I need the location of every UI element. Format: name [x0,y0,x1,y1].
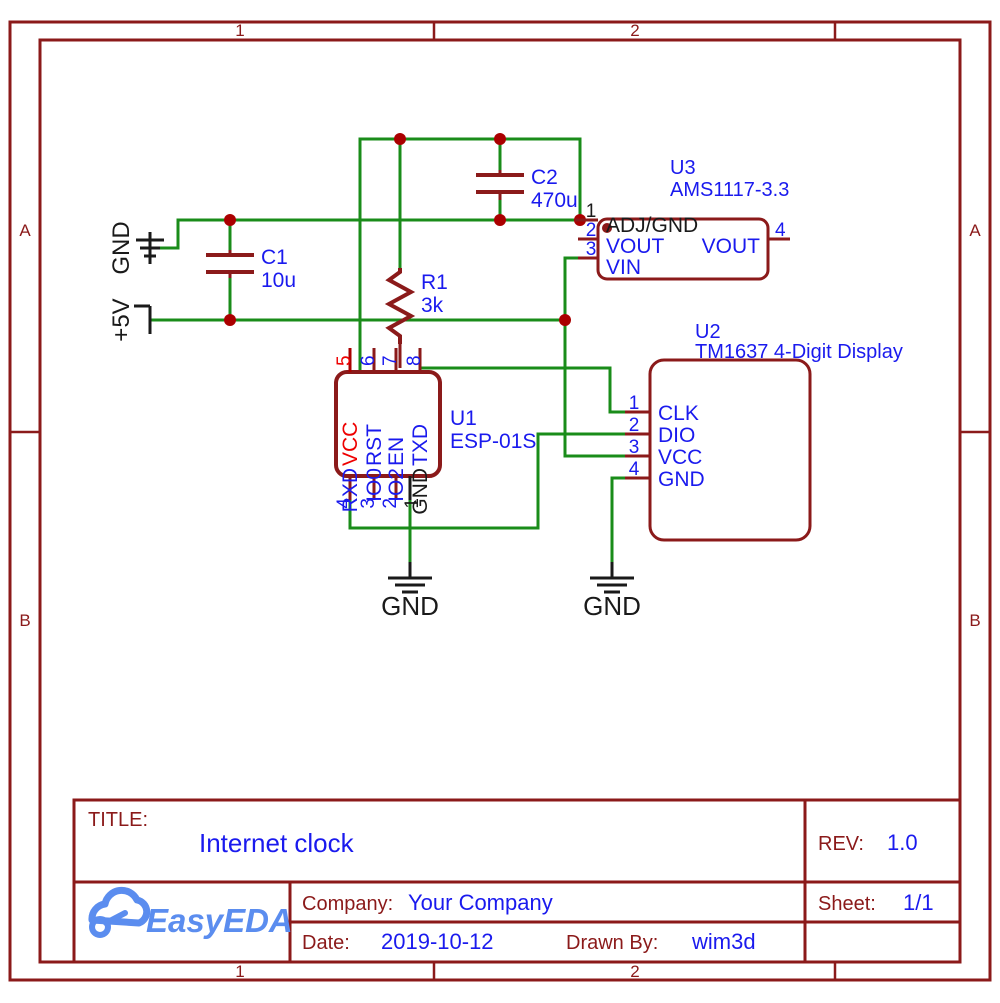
u3-pin-number: 1 [586,201,597,222]
u1-pin-name-gnd: GND [409,468,432,515]
net-port-gnd-u1: GND [381,562,439,621]
sheet-label: Sheet: [818,893,876,915]
junction-dot [394,133,406,145]
zone-row-left-a: A [19,221,31,240]
u1-pin-number: 8 [404,355,425,366]
u2-pin-number: 1 [629,393,640,414]
easyeda-logo-text: EasyEDA [146,902,293,939]
company-label: Company: [302,893,393,915]
component-r1[interactable]: R1 3k [384,268,448,368]
junction-dot [494,214,506,226]
junction-dot [224,214,236,226]
u3-value: AMS1117-3.3 [670,179,789,201]
u2-pin-name-vcc: VCC [658,446,702,469]
u2-pin-number: 2 [629,415,640,436]
title-block: TITLE: Internet clock REV: 1.0 Company: … [72,798,962,964]
zone-row-labels: A B A B [19,221,981,630]
sheet-value: 1/1 [903,890,934,915]
easyeda-logo: EasyEDA [88,886,293,939]
gnd-u2-label: GND [583,591,641,621]
cloud-icon [88,886,151,938]
r1-designator: R1 [421,271,448,294]
u1-pin-number: 5 [334,355,355,366]
zone-row-right-b: B [969,611,980,630]
u2-value: TM1637 4-Digit Display [695,341,903,363]
company-value: Your Company [408,890,553,915]
u2-designator: U2 [695,321,721,343]
junction-dot [224,314,236,326]
component-u1[interactable]: 5 6 7 8 VCC RST EN TXD 4 3 2 1 RXD IO0 I… [334,348,536,515]
c1-value: 10u [261,269,296,292]
rev-value: 1.0 [887,830,918,855]
plus5v-label: +5V [108,298,135,341]
u3-pin-name-vout-right: VOUT [702,235,761,258]
zone-col-top-2: 2 [630,21,639,40]
u2-pin-number: 3 [629,437,640,458]
u1-pin-name-rxd: RXD [339,468,362,512]
component-c1[interactable]: C1 10u [206,246,296,292]
c1-designator: C1 [261,246,288,269]
component-u2[interactable]: U2 TM1637 4-Digit Display 1 2 3 4 CLK DI… [625,321,903,542]
u3-pin-number: 2 [586,220,597,241]
u1-value: ESP-01S [450,430,536,453]
u3-pin-number: 3 [586,239,597,260]
c2-designator: C2 [531,166,558,189]
u3-designator: U3 [670,157,696,179]
zone-col-bottom-1: 1 [235,962,244,981]
u3-pin-name-vin: VIN [606,256,641,279]
u1-pin-name-io0: IO0 [363,468,386,502]
title-value: Internet clock [199,828,355,858]
title-label: TITLE: [88,809,148,831]
u2-pin-name-gnd: GND [658,468,705,491]
date-label: Date: [302,932,350,954]
u3-pin-name-vout: VOUT [606,235,665,258]
u1-pin-name-vcc: VCC [339,422,362,466]
zone-row-left-b: B [19,611,30,630]
junction-dot [559,314,571,326]
u2-pin-number: 4 [629,459,640,480]
net-port-gnd-left: GND [108,221,164,275]
u1-pin-number: 7 [380,355,401,366]
zone-row-right-a: A [969,221,981,240]
zone-col-bottom-2: 2 [630,962,639,981]
u1-pin-name-io2: IO2 [385,468,408,502]
junction-dot [494,133,506,145]
u1-pin-name-rst: RST [363,424,386,466]
gnd-left-label: GND [108,221,135,274]
u1-pin-name-en: EN [385,437,408,466]
u1-pin-number: 6 [358,355,379,366]
u2-pin-name-dio: DIO [658,424,695,447]
component-c2[interactable]: C2 470u [476,166,578,212]
u1-designator: U1 [450,407,477,430]
c2-value: 470u [531,189,578,212]
drawn-by-label: Drawn By: [566,932,658,954]
component-u3[interactable]: U3 AMS1117-3.3 1 2 3 4 ADJ/GND VOUT VIN … [575,157,790,281]
rev-label: REV: [818,833,864,855]
schematic-sheet: 1 2 1 2 A B A B GND +5V C1 10u C2 470u R… [0,0,1000,1003]
u1-pin-name-txd: TXD [409,424,432,466]
drawn-by-value: wim3d [691,929,756,954]
u3-pin-name-adj-gnd: ADJ/GND [606,214,698,237]
net-port-plus5v: +5V [108,298,152,342]
r1-value: 3k [421,294,444,317]
zone-col-top-1: 1 [235,21,244,40]
u3-pin-number: 4 [775,220,786,241]
net-port-gnd-u2: GND [583,562,641,621]
u2-pin-name-clk: CLK [658,402,699,425]
date-value: 2019-10-12 [381,929,494,954]
gnd-u1-label: GND [381,591,439,621]
